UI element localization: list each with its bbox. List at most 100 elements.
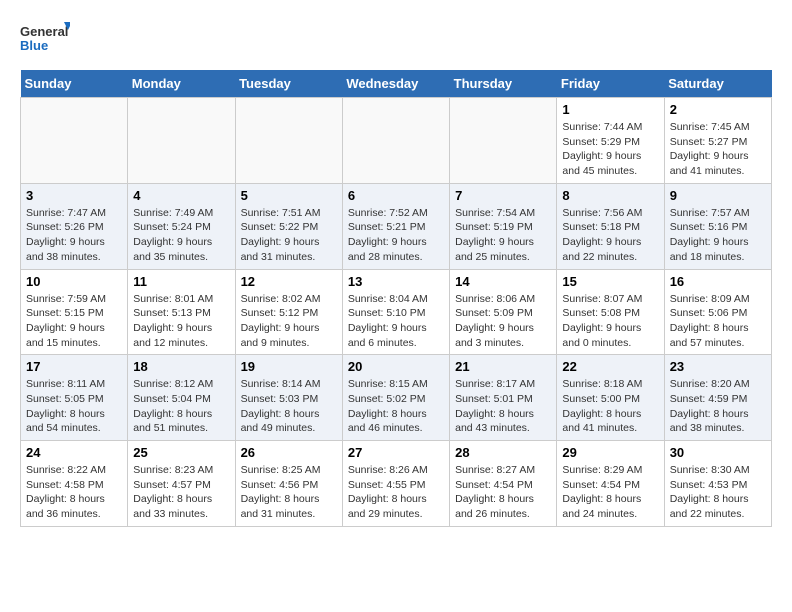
- calendar-cell: [450, 98, 557, 184]
- day-info: Sunrise: 8:06 AM Sunset: 5:09 PM Dayligh…: [455, 292, 551, 351]
- day-info: Sunrise: 8:26 AM Sunset: 4:55 PM Dayligh…: [348, 463, 444, 522]
- day-number: 9: [670, 188, 766, 203]
- day-number: 28: [455, 445, 551, 460]
- calendar-cell: 14 Sunrise: 8:06 AM Sunset: 5:09 PM Dayli…: [450, 269, 557, 355]
- calendar-cell: 23Sunrise: 8:20 AM Sunset: 4:59 PM Dayli…: [664, 355, 771, 441]
- weekday-header-thursday: Thursday: [450, 70, 557, 98]
- day-number: 14: [455, 274, 551, 289]
- weekday-header-monday: Monday: [128, 70, 235, 98]
- day-number: 18: [133, 359, 229, 374]
- calendar-cell: 7Sunrise: 7:54 AM Sunset: 5:19 PM Daylig…: [450, 183, 557, 269]
- calendar-cell: 27 Sunrise: 8:26 AM Sunset: 4:55 PM Dayli…: [342, 441, 449, 527]
- day-info: Sunrise: 8:12 AM Sunset: 5:04 PM Dayligh…: [133, 377, 229, 436]
- day-info: Sunrise: 8:07 AM Sunset: 5:08 PM Dayligh…: [562, 292, 658, 351]
- page-header: General Blue General Blue: [20, 20, 772, 60]
- calendar-cell: 13 Sunrise: 8:04 AM Sunset: 5:10 PM Dayli…: [342, 269, 449, 355]
- calendar-cell: [128, 98, 235, 184]
- weekday-header-tuesday: Tuesday: [235, 70, 342, 98]
- day-info: Sunrise: 8:18 AM Sunset: 5:00 PM Dayligh…: [562, 377, 658, 436]
- day-number: 12: [241, 274, 337, 289]
- day-info: Sunrise: 8:22 AM Sunset: 4:58 PM Dayligh…: [26, 463, 122, 522]
- day-number: 1: [562, 102, 658, 117]
- day-number: 22: [562, 359, 658, 374]
- day-number: 7: [455, 188, 551, 203]
- calendar-cell: 6 Sunrise: 7:52 AM Sunset: 5:21 PM Daylig…: [342, 183, 449, 269]
- day-info: Sunrise: 8:04 AM Sunset: 5:10 PM Dayligh…: [348, 292, 444, 351]
- calendar-cell: 16 Sunrise: 8:09 AM Sunset: 5:06 PM Dayli…: [664, 269, 771, 355]
- weekday-header-wednesday: Wednesday: [342, 70, 449, 98]
- day-info: Sunrise: 7:44 AM Sunset: 5:29 PM Dayligh…: [562, 120, 658, 179]
- day-info: Sunrise: 8:02 AM Sunset: 5:12 PM Dayligh…: [241, 292, 337, 351]
- calendar-cell: 8 Sunrise: 7:56 AM Sunset: 5:18 PM Daylig…: [557, 183, 664, 269]
- calendar-cell: 15 Sunrise: 8:07 AM Sunset: 5:08 PM Dayli…: [557, 269, 664, 355]
- calendar-cell: 26 Sunrise: 8:25 AM Sunset: 4:56 PM Dayli…: [235, 441, 342, 527]
- calendar-cell: 28 Sunrise: 8:27 AM Sunset: 4:54 PM Dayli…: [450, 441, 557, 527]
- calendar-week-row: 1 Sunrise: 7:44 AM Sunset: 5:29 PM Daylig…: [21, 98, 772, 184]
- day-number: 11: [133, 274, 229, 289]
- day-number: 5: [241, 188, 337, 203]
- calendar-cell: [342, 98, 449, 184]
- day-info: Sunrise: 7:59 AM Sunset: 5:15 PM Dayligh…: [26, 292, 122, 351]
- calendar-cell: 18 Sunrise: 8:12 AM Sunset: 5:04 PM Dayli…: [128, 355, 235, 441]
- day-info: Sunrise: 8:25 AM Sunset: 4:56 PM Dayligh…: [241, 463, 337, 522]
- weekday-header-sunday: Sunday: [21, 70, 128, 98]
- calendar-cell: 30 Sunrise: 8:30 AM Sunset: 4:53 PM Dayli…: [664, 441, 771, 527]
- day-number: 26: [241, 445, 337, 460]
- day-info: Sunrise: 7:56 AM Sunset: 5:18 PM Dayligh…: [562, 206, 658, 265]
- day-number: 29: [562, 445, 658, 460]
- calendar-cell: 3 Sunrise: 7:47 AM Sunset: 5:26 PM Daylig…: [21, 183, 128, 269]
- day-number: 10: [26, 274, 122, 289]
- day-number: 15: [562, 274, 658, 289]
- svg-text:Blue: Blue: [20, 38, 48, 53]
- day-info: Sunrise: 7:57 AM Sunset: 5:16 PM Dayligh…: [670, 206, 766, 265]
- day-info: Sunrise: 7:45 AM Sunset: 5:27 PM Dayligh…: [670, 120, 766, 179]
- day-number: 24: [26, 445, 122, 460]
- calendar-cell: 25 Sunrise: 8:23 AM Sunset: 4:57 PM Dayli…: [128, 441, 235, 527]
- day-info: Sunrise: 8:09 AM Sunset: 5:06 PM Dayligh…: [670, 292, 766, 351]
- day-info: Sunrise: 8:27 AM Sunset: 4:54 PM Dayligh…: [455, 463, 551, 522]
- calendar-cell: 4Sunrise: 7:49 AM Sunset: 5:24 PM Daylig…: [128, 183, 235, 269]
- day-number: 21: [455, 359, 551, 374]
- weekday-header-friday: Friday: [557, 70, 664, 98]
- calendar-cell: 5Sunrise: 7:51 AM Sunset: 5:22 PM Daylig…: [235, 183, 342, 269]
- day-number: 19: [241, 359, 337, 374]
- calendar-cell: [235, 98, 342, 184]
- calendar-cell: 11Sunrise: 8:01 AM Sunset: 5:13 PM Dayli…: [128, 269, 235, 355]
- day-number: 3: [26, 188, 122, 203]
- day-info: Sunrise: 8:14 AM Sunset: 5:03 PM Dayligh…: [241, 377, 337, 436]
- calendar-cell: 12 Sunrise: 8:02 AM Sunset: 5:12 PM Dayli…: [235, 269, 342, 355]
- day-number: 8: [562, 188, 658, 203]
- day-info: Sunrise: 7:52 AM Sunset: 5:21 PM Dayligh…: [348, 206, 444, 265]
- day-number: 23: [670, 359, 766, 374]
- day-number: 27: [348, 445, 444, 460]
- day-info: Sunrise: 8:23 AM Sunset: 4:57 PM Dayligh…: [133, 463, 229, 522]
- day-number: 6: [348, 188, 444, 203]
- day-info: Sunrise: 8:30 AM Sunset: 4:53 PM Dayligh…: [670, 463, 766, 522]
- calendar-cell: 17 Sunrise: 8:11 AM Sunset: 5:05 PM Dayli…: [21, 355, 128, 441]
- day-number: 17: [26, 359, 122, 374]
- day-info: Sunrise: 8:17 AM Sunset: 5:01 PM Dayligh…: [455, 377, 551, 436]
- logo-svg: General Blue: [20, 20, 70, 60]
- day-number: 30: [670, 445, 766, 460]
- day-number: 16: [670, 274, 766, 289]
- calendar-cell: 10 Sunrise: 7:59 AM Sunset: 5:15 PM Dayli…: [21, 269, 128, 355]
- day-number: 13: [348, 274, 444, 289]
- calendar-cell: 2 Sunrise: 7:45 AM Sunset: 5:27 PM Daylig…: [664, 98, 771, 184]
- calendar-cell: 1 Sunrise: 7:44 AM Sunset: 5:29 PM Daylig…: [557, 98, 664, 184]
- calendar-cell: 24 Sunrise: 8:22 AM Sunset: 4:58 PM Dayli…: [21, 441, 128, 527]
- day-info: Sunrise: 7:47 AM Sunset: 5:26 PM Dayligh…: [26, 206, 122, 265]
- calendar-week-row: 24 Sunrise: 8:22 AM Sunset: 4:58 PM Dayli…: [21, 441, 772, 527]
- svg-text:General: General: [20, 24, 68, 39]
- weekday-header-saturday: Saturday: [664, 70, 771, 98]
- logo: General Blue General Blue: [20, 20, 70, 60]
- calendar-week-row: 17 Sunrise: 8:11 AM Sunset: 5:05 PM Dayli…: [21, 355, 772, 441]
- day-info: Sunrise: 8:11 AM Sunset: 5:05 PM Dayligh…: [26, 377, 122, 436]
- calendar-cell: 29 Sunrise: 8:29 AM Sunset: 4:54 PM Dayli…: [557, 441, 664, 527]
- day-info: Sunrise: 8:29 AM Sunset: 4:54 PM Dayligh…: [562, 463, 658, 522]
- calendar-cell: 20Sunrise: 8:15 AM Sunset: 5:02 PM Dayli…: [342, 355, 449, 441]
- day-number: 2: [670, 102, 766, 117]
- calendar-cell: 19 Sunrise: 8:14 AM Sunset: 5:03 PM Dayli…: [235, 355, 342, 441]
- day-number: 25: [133, 445, 229, 460]
- calendar-cell: 22 Sunrise: 8:18 AM Sunset: 5:00 PM Dayli…: [557, 355, 664, 441]
- weekday-header-row: SundayMondayTuesdayWednesdayThursdayFrid…: [21, 70, 772, 98]
